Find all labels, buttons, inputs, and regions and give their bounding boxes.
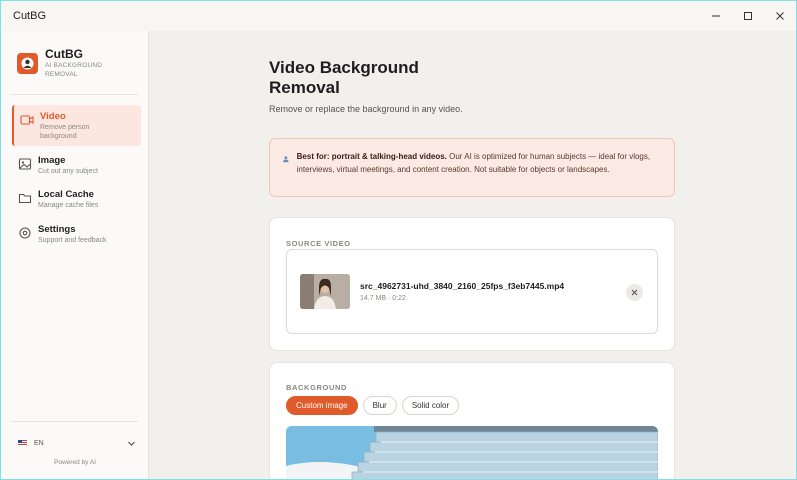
source-video-card: SOURCE VIDEO src_4962731-uhd_3840_2160_2… xyxy=(269,217,675,351)
sidebar-item-settings[interactable]: Settings Support and feedback xyxy=(12,218,141,259)
notice-bold: Best for: portrait & talking-head videos… xyxy=(296,152,447,161)
folder-icon xyxy=(18,193,32,204)
maximize-icon xyxy=(744,12,752,20)
minimize-button[interactable] xyxy=(700,1,732,31)
sidebar-item-label: Video xyxy=(40,111,66,122)
sidebar-item-sub: Support and feedback xyxy=(38,237,107,244)
sidebar-item-label: Image xyxy=(38,155,66,166)
brand-logo-icon xyxy=(17,53,38,74)
background-preview-image xyxy=(286,426,658,479)
window-title: CutBG xyxy=(13,10,47,22)
close-icon xyxy=(776,12,784,20)
bg-option-blur[interactable]: Blur xyxy=(362,396,397,415)
minimize-icon xyxy=(712,15,720,17)
file-name: src_4962731-uhd_3840_2160_25fps_f3eb7445… xyxy=(360,281,565,291)
sidebar: CutBG AI BACKGROUND REMOVAL Video Remove… xyxy=(1,31,149,479)
file-meta: 14.7 MB · 0:22 xyxy=(360,295,406,302)
background-heading: BACKGROUND xyxy=(286,383,347,392)
video-thumbnail xyxy=(300,274,350,309)
sidebar-item-label: Local Cache xyxy=(38,189,94,200)
us-flag-icon xyxy=(18,440,27,446)
image-icon xyxy=(18,158,32,170)
language-code: EN xyxy=(34,439,44,447)
powered-by-text: Powered by AI xyxy=(54,459,96,466)
source-video-heading: SOURCE VIDEO xyxy=(286,239,351,248)
window-controls xyxy=(700,1,796,31)
settings-icon xyxy=(19,227,31,239)
sidebar-divider xyxy=(11,421,138,422)
brand: CutBG AI BACKGROUND REMOVAL xyxy=(17,47,125,79)
sidebar-item-video[interactable]: Video Remove person background xyxy=(12,105,141,146)
sidebar-item-sub: Manage cache files xyxy=(38,202,99,209)
brand-subtitle: AI BACKGROUND REMOVAL xyxy=(45,62,103,78)
title-bar: CutBG xyxy=(1,1,796,31)
notice-text: Best for: portrait & talking-head videos… xyxy=(297,150,662,185)
main-content: Video Background Removal Remove or repla… xyxy=(150,31,796,479)
video-icon xyxy=(20,115,34,125)
bg-option-custom-image[interactable]: Custom image xyxy=(286,396,358,415)
sidebar-item-label: Settings xyxy=(38,224,76,235)
brand-name: CutBG xyxy=(45,47,83,61)
language-selector[interactable]: EN xyxy=(18,436,136,450)
person-icon xyxy=(283,156,289,163)
maximize-button[interactable] xyxy=(732,1,764,31)
sidebar-item-sub: Remove person background xyxy=(40,124,90,140)
background-card: BACKGROUND Custom image Blur Solid color xyxy=(269,362,675,479)
close-window-button[interactable] xyxy=(764,1,796,31)
page-title: Video Background Removal xyxy=(269,58,419,97)
chevron-down-icon xyxy=(128,441,135,446)
close-icon xyxy=(631,289,638,296)
app-window: CutBG CutBG AI BACKGROUND REMOVAL Video … xyxy=(0,0,797,480)
sidebar-divider xyxy=(11,94,138,95)
remove-file-button[interactable] xyxy=(626,284,643,301)
sidebar-item-sub: Cut out any subject xyxy=(38,168,98,175)
background-options: Custom image Blur Solid color xyxy=(286,396,464,415)
info-notice: Best for: portrait & talking-head videos… xyxy=(269,138,675,197)
source-file-item: src_4962731-uhd_3840_2160_25fps_f3eb7445… xyxy=(286,249,658,334)
bg-option-solid-color[interactable]: Solid color xyxy=(401,396,460,415)
page-subtitle: Remove or replace the background in any … xyxy=(269,104,463,114)
